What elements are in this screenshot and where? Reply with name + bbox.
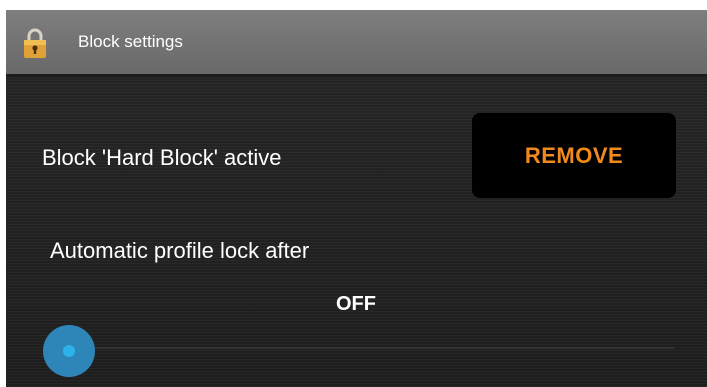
block-settings-screen: Block settings Block 'Hard Block' active… [6,10,707,387]
auto-lock-slider-track[interactable] [44,347,674,349]
block-status-label: Block 'Hard Block' active [42,145,282,170]
slider-thumb-center [63,345,75,357]
auto-lock-slider-thumb[interactable] [43,325,95,377]
remove-button[interactable]: REMOVE [472,113,676,198]
padlock-icon [24,28,46,58]
header-title: Block settings [78,32,183,51]
auto-lock-label: Automatic profile lock after [50,238,310,263]
auto-lock-value: OFF [336,293,376,315]
header-bar: Block settings [6,10,707,74]
remove-button-label: REMOVE [524,142,624,168]
